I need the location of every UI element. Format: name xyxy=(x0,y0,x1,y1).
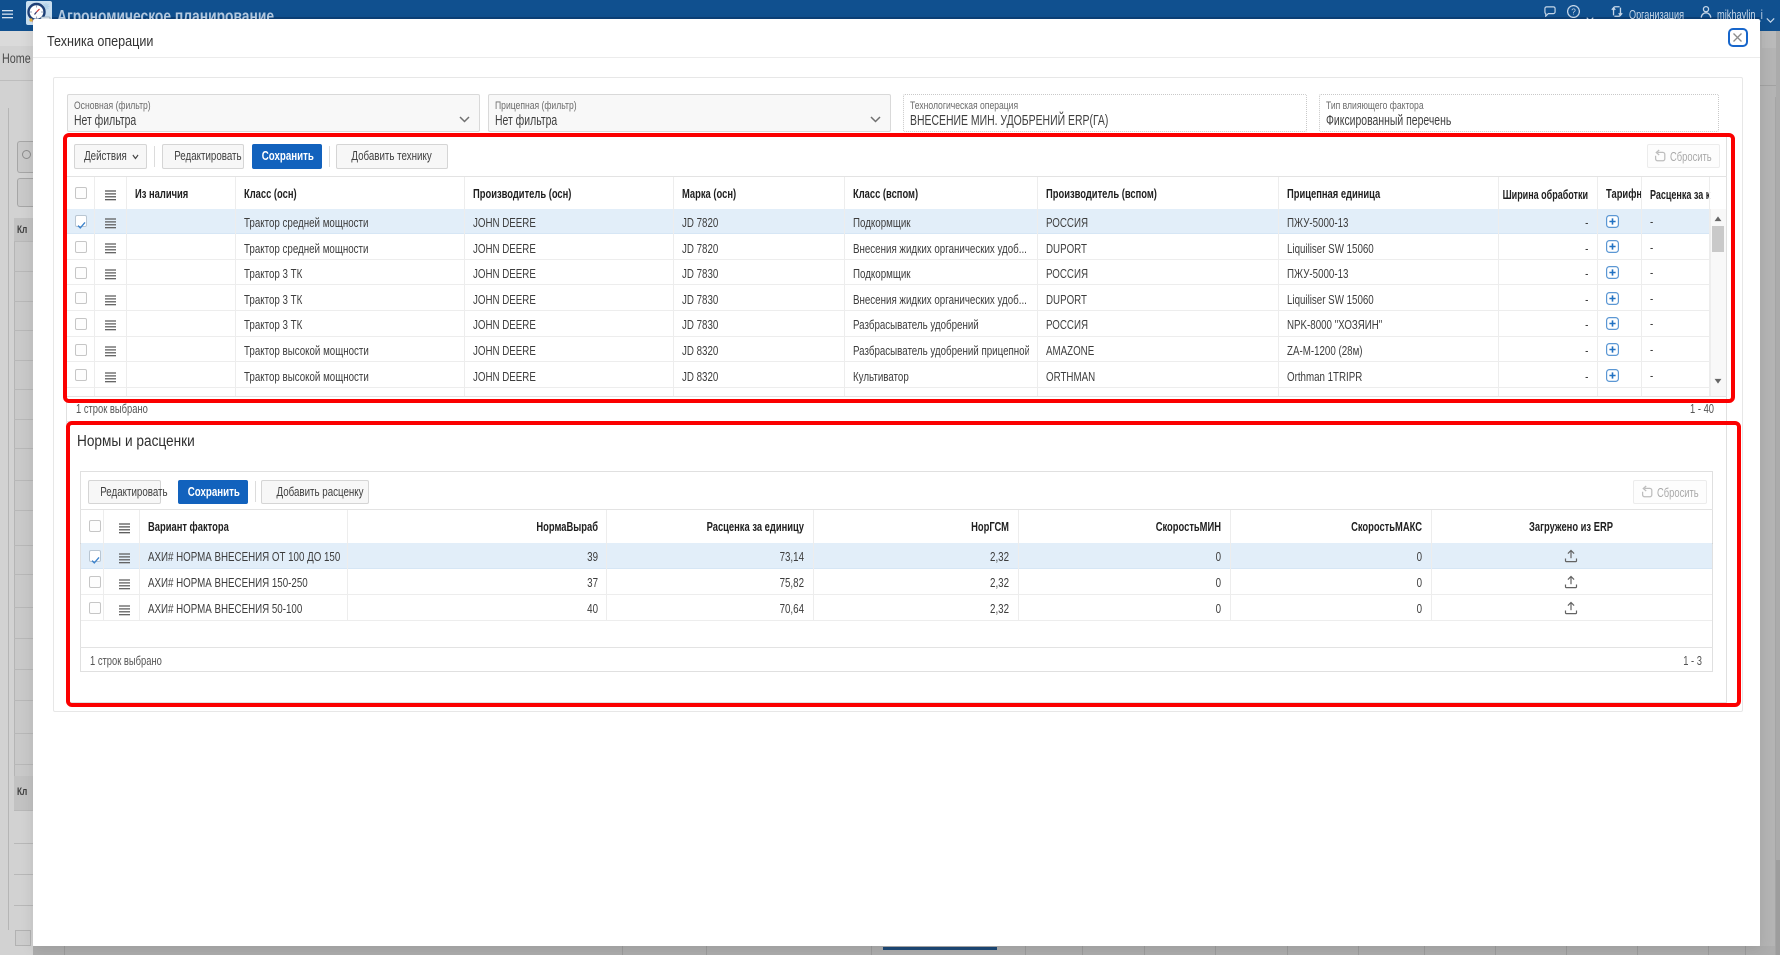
svg-text:?: ? xyxy=(1571,8,1576,17)
